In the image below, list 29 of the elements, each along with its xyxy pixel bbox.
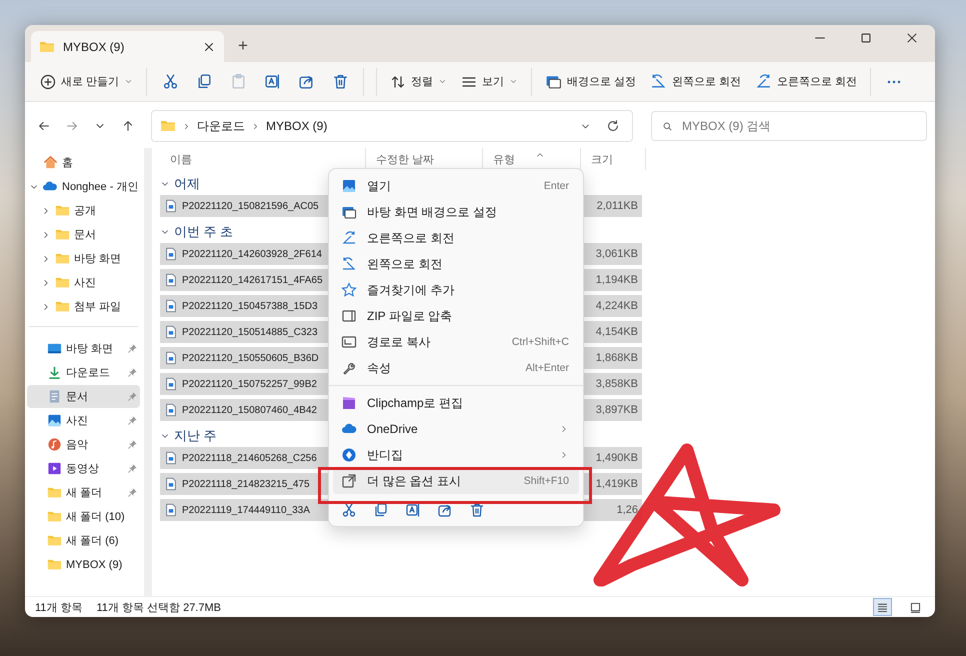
file-name: P20221120_150821596_AC05 (182, 200, 319, 212)
file-name: P20221119_174449110_33A (182, 504, 310, 516)
shortcut-text: Alt+Enter (526, 362, 569, 374)
shortcut-text: Ctrl+Shift+C (512, 336, 569, 348)
file-size: 2,011KB (596, 200, 638, 212)
file-name: P20221120_150514885_C323 (182, 326, 318, 338)
file-size: 3,858KB (596, 378, 638, 390)
tab-title: MYBOX (9) (63, 40, 126, 54)
file-size: 3,061KB (596, 248, 638, 260)
file-name: P20221118_214823215_475 (182, 478, 310, 490)
file-size: 1,490KB (596, 452, 638, 464)
file-name: P20221118_214605268_C256 (182, 452, 317, 464)
file-name: P20221120_142617151_4FA65 (182, 274, 323, 286)
file-size: 1,194KB (596, 274, 638, 286)
file-size: 1,26 (616, 504, 638, 516)
file-size: 3,897KB (596, 404, 638, 416)
file-name: P20221120_150752257_99B2 (182, 378, 317, 390)
file-size: 1,419KB (596, 478, 638, 490)
file-name: P20221120_142603928_2F614 (182, 248, 322, 260)
file-size: 1,868KB (596, 352, 638, 364)
item-count: 11개 항목 (35, 600, 82, 614)
file-name: P20221120_150457388_15D3 (182, 300, 318, 312)
shortcut-text: Shift+F10 (524, 475, 569, 487)
shortcut-text: Enter (544, 180, 569, 192)
file-name: P20221120_150807460_4B42 (182, 404, 317, 416)
selection-info: 11개 항목 선택함 27.7MB (96, 600, 221, 614)
file-size: 4,224KB (596, 300, 638, 312)
file-name: P20221120_150550605_B36D (182, 352, 319, 364)
file-size: 4,154KB (596, 326, 638, 338)
